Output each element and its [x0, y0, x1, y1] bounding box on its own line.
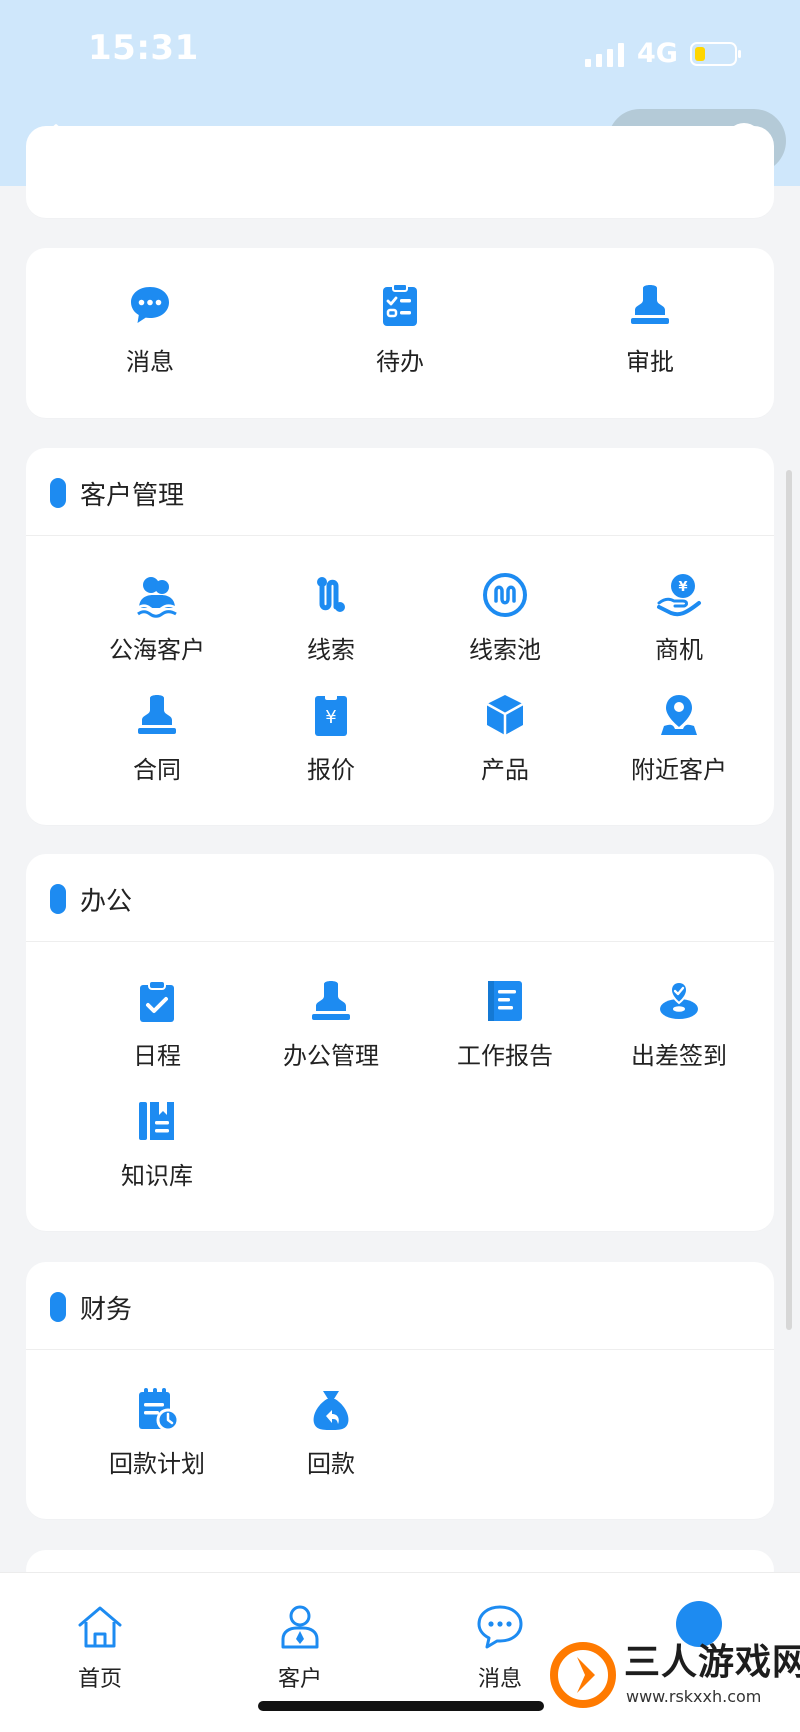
quick-action-todo[interactable]: 待办	[320, 282, 480, 382]
menu-item-office-management[interactable]: 办公管理	[263, 978, 399, 1083]
contract-icon	[138, 695, 176, 734]
menu-item-work-report[interactable]: 工作报告	[437, 978, 573, 1083]
menu-item-label: 产品	[481, 756, 529, 784]
menu-item-payment-plan[interactable]: 回款计划	[89, 1386, 225, 1491]
stamp-icon	[631, 285, 669, 324]
home-indicator	[258, 1701, 544, 1711]
lead-icon	[317, 577, 345, 612]
svg-text:¥: ¥	[325, 707, 336, 728]
product-icon	[486, 695, 524, 735]
svg-text:¥: ¥	[678, 580, 687, 595]
quick-action-message[interactable]: 消息	[70, 282, 230, 382]
status-time: 15:31	[88, 28, 199, 68]
tab-customer[interactable]: 客户	[240, 1601, 360, 1699]
menu-item-label: 回款计划	[109, 1450, 205, 1478]
menu-item-label: 合同	[133, 756, 181, 784]
chat-bubble-icon	[131, 287, 169, 323]
quick-actions: 消息 待办 审批	[26, 248, 774, 418]
tab-label: 首页	[77, 1667, 122, 1692]
tab-message[interactable]: 消息	[440, 1601, 560, 1699]
trip-checkin-icon	[660, 980, 698, 1019]
section-title: 办公	[80, 887, 133, 917]
nearby-customers-icon	[661, 695, 697, 735]
section-accent-bar	[50, 478, 66, 508]
payment-plan-icon	[139, 1388, 180, 1432]
lead-pool-icon	[483, 573, 527, 617]
quote-icon: ¥	[315, 694, 347, 736]
message-tab-icon	[477, 1605, 523, 1649]
menu-item-label: 出差签到	[631, 1042, 727, 1070]
menu-item-lead-pool[interactable]: 线索池	[437, 572, 573, 677]
menu-item-contract[interactable]: 合同	[89, 692, 225, 797]
quick-action-label: 待办	[376, 348, 424, 376]
menu-item-trip-checkin[interactable]: 出差签到	[611, 978, 747, 1083]
home-tab-icon	[78, 1606, 122, 1648]
battery-low-icon	[690, 42, 741, 66]
tab-label: 客户	[277, 1667, 322, 1692]
section-header: 客户管理	[26, 448, 774, 536]
section-title: 客户管理	[80, 481, 185, 511]
quick-actions-card: 消息 待办 审批	[26, 248, 774, 418]
section-accent-bar	[50, 1292, 66, 1322]
office-management-icon	[312, 981, 350, 1020]
menu-item-schedule[interactable]: 日程	[89, 978, 225, 1083]
menu-item-nearby-customers[interactable]: 附近客户	[611, 692, 747, 797]
network-type: 4G	[637, 38, 678, 69]
menu-item-label: 工作报告	[457, 1042, 553, 1070]
menu-item-lead[interactable]: 线索	[263, 572, 399, 677]
scrollbar[interactable]	[786, 470, 792, 1330]
section-title: 财务	[80, 1295, 133, 1325]
menu-item-payment-return[interactable]: 回款	[263, 1386, 399, 1491]
knowledge-base-icon	[139, 1102, 174, 1140]
tab-home[interactable]: 首页	[40, 1601, 160, 1699]
menu-item-label: 办公管理	[283, 1042, 379, 1070]
quick-action-label: 审批	[626, 348, 674, 376]
customer-management-card: 客户管理 公海客户 线索 线索池 ¥ 商机 合同 ¥ 报价 产品 附近客户	[26, 448, 774, 825]
menu-item-product[interactable]: 产品	[437, 692, 573, 797]
customer-tab-icon	[281, 1605, 319, 1649]
menu-item-label: 线索	[307, 636, 355, 664]
quick-action-approval[interactable]: 审批	[570, 282, 730, 382]
work-report-icon	[488, 981, 522, 1021]
menu-item-label: 回款	[307, 1450, 355, 1478]
profile-card	[26, 126, 774, 218]
signal-bars-icon	[585, 43, 624, 67]
menu-item-label: 附近客户	[631, 756, 727, 784]
section-header: 财务	[26, 1262, 774, 1350]
menu-item-public-customers[interactable]: 公海客户	[89, 572, 225, 677]
schedule-icon	[140, 980, 174, 1022]
menu-item-label: 线索池	[469, 636, 541, 664]
opportunity-icon: ¥	[657, 574, 701, 617]
quick-action-label: 消息	[126, 348, 174, 376]
menu-item-label: 日程	[133, 1042, 181, 1070]
watermark-logo-icon	[550, 1642, 616, 1708]
clipboard-list-icon	[383, 283, 417, 326]
watermark-url: www.rskxxh.com	[626, 1687, 762, 1706]
section-accent-bar	[50, 884, 66, 914]
finance-card: 财务 回款计划 回款	[26, 1262, 774, 1519]
tab-label: 消息	[477, 1667, 522, 1692]
mobile-app: 15:31 4G 我的	[0, 0, 800, 1732]
section-header: 办公	[26, 854, 774, 942]
public-customers-icon	[137, 577, 177, 618]
menu-item-label: 知识库	[121, 1162, 193, 1190]
watermark-title: 三人游戏网	[624, 1642, 800, 1683]
menu-item-label: 公海客户	[109, 636, 205, 664]
office-card: 办公 日程 办公管理 工作报告 出差签到 知识库	[26, 854, 774, 1231]
menu-item-quote[interactable]: ¥ 报价	[263, 692, 399, 797]
payment-return-icon	[313, 1391, 349, 1430]
menu-item-knowledge-base[interactable]: 知识库	[89, 1098, 225, 1203]
menu-item-label: 报价	[307, 756, 355, 784]
menu-item-opportunity[interactable]: ¥ 商机	[611, 572, 747, 677]
status-bar: 15:31 4G	[0, 0, 800, 104]
menu-item-label: 商机	[655, 636, 703, 664]
